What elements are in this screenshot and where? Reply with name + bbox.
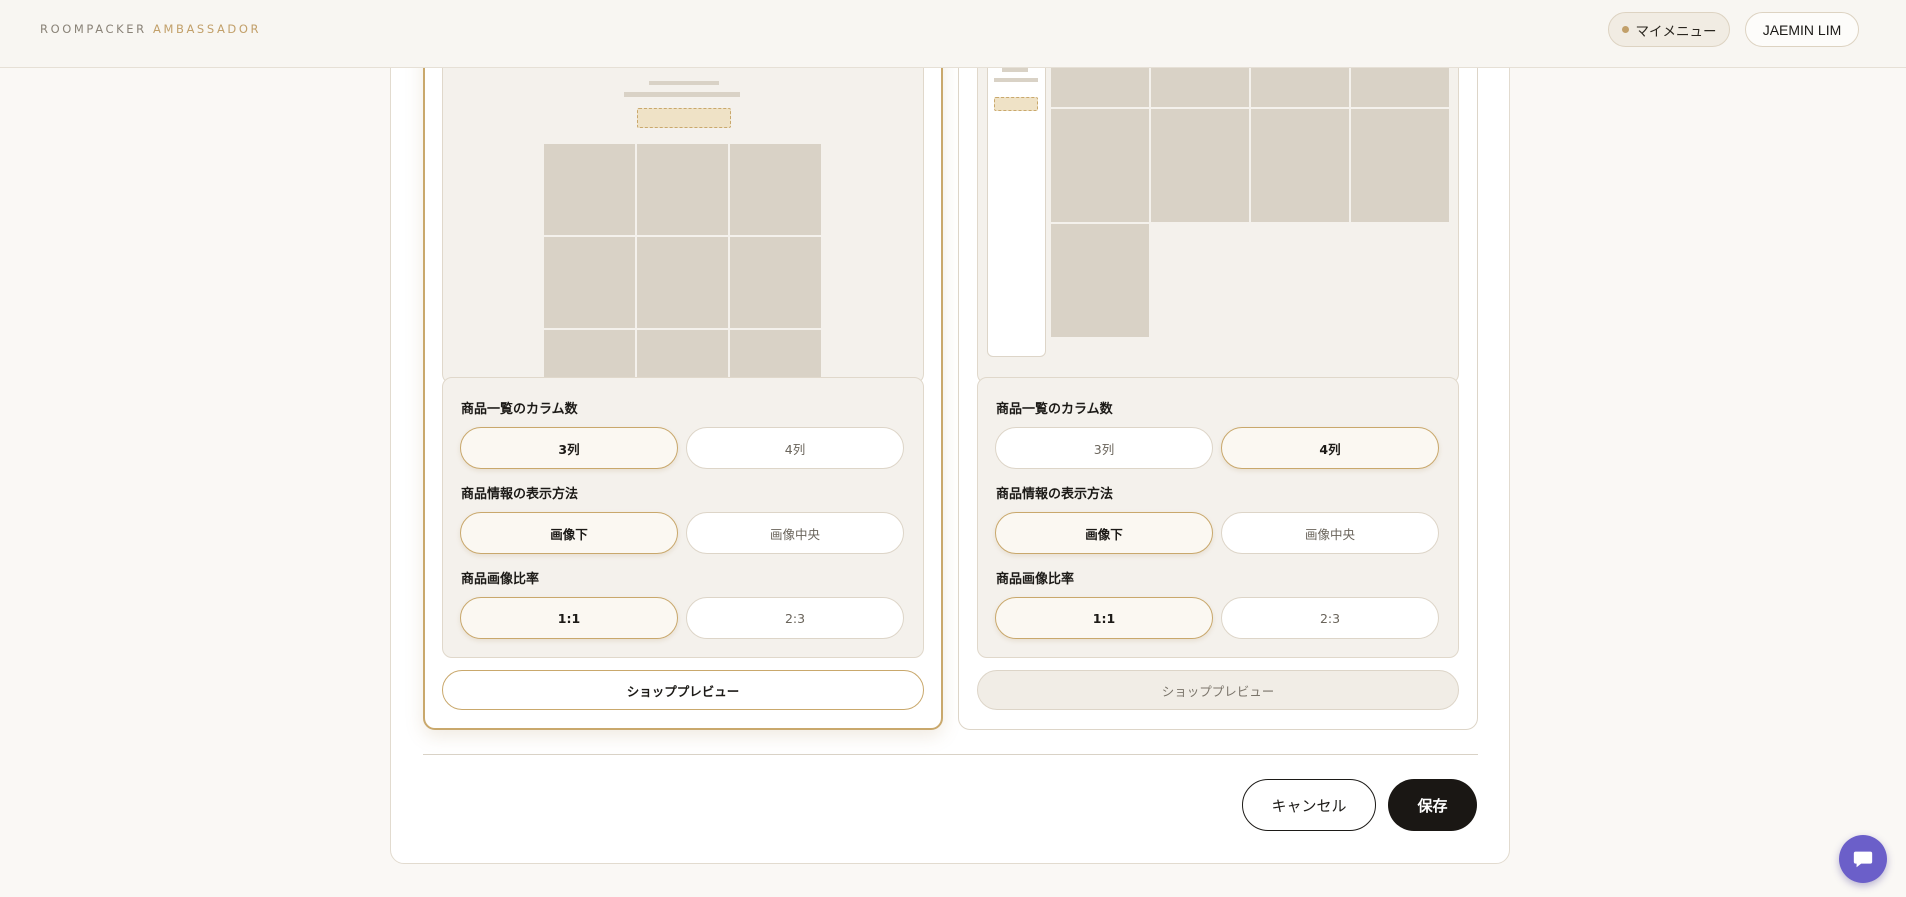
user-account-button[interactable]: JAEMIN LIM (1745, 12, 1859, 47)
info-display-label: 商品情報の表示方法 (461, 487, 579, 502)
my-menu-label: マイメニュー (1635, 23, 1717, 40)
save-button[interactable]: 保存 (1388, 779, 1477, 831)
brand-accent: AMBASSADOR (152, 22, 262, 36)
preview-tile (544, 144, 635, 235)
image-ratio-1-1[interactable]: 1:1 (460, 597, 678, 639)
preview-sidebar-line (994, 78, 1038, 82)
preview-sidebar-line (1002, 68, 1028, 72)
columns-option-3[interactable]: 3列 (460, 427, 678, 469)
columns-option-3[interactable]: 3列 (995, 427, 1213, 469)
user-name: JAEMIN LIM (1762, 21, 1842, 38)
brand-logo[interactable]: ROOMPACKER AMBASSADOR (40, 22, 261, 36)
shop-preview-button-1[interactable]: ショッププレビュー (442, 670, 924, 710)
columns-option-4[interactable]: 4列 (686, 427, 904, 469)
image-ratio-2-3[interactable]: 2:3 (1221, 597, 1439, 639)
preview-badge (637, 108, 731, 128)
preview-sidebar-badge (994, 97, 1038, 111)
info-display-below[interactable]: 画像下 (995, 512, 1213, 554)
settings-box-2: 商品一覧のカラム数 3列 4列 商品情報の表示方法 画像下 画像中央 商品画像比… (977, 377, 1459, 658)
columns-label: 商品一覧のカラム数 (996, 402, 1113, 417)
my-menu-button[interactable]: マイメニュー (1608, 12, 1730, 47)
preview-tile (730, 330, 821, 383)
preview-tile (544, 330, 635, 383)
chat-bubble-icon (1853, 851, 1873, 868)
preview-name-line (649, 81, 719, 85)
info-display-label: 商品情報の表示方法 (996, 487, 1114, 502)
preview-tile (637, 330, 728, 383)
info-display-center[interactable]: 画像中央 (1221, 512, 1439, 554)
preview-tile (1051, 109, 1149, 222)
image-ratio-label: 商品画像比率 (996, 572, 1075, 587)
preview-tile (1051, 224, 1149, 337)
info-display-center[interactable]: 画像中央 (686, 512, 904, 554)
preview-desc-line (624, 92, 740, 97)
shop-preview-button-2[interactable]: ショッププレビュー (977, 670, 1459, 710)
image-ratio-label: 商品画像比率 (461, 572, 540, 587)
columns-label: 商品一覧のカラム数 (461, 402, 578, 417)
preview-tile (730, 144, 821, 235)
settings-box-1: 商品一覧のカラム数 3列 4列 商品情報の表示方法 画像下 画像中央 商品画像比… (442, 377, 924, 658)
status-dot-icon (1621, 26, 1629, 33)
actions-divider (423, 754, 1478, 755)
image-ratio-1-1[interactable]: 1:1 (995, 597, 1213, 639)
preview-tile (637, 237, 728, 328)
preview-tile (1151, 109, 1249, 222)
preview-tile (544, 237, 635, 328)
info-display-below[interactable]: 画像下 (460, 512, 678, 554)
preview-tile (1351, 109, 1449, 222)
preview-tile (1251, 109, 1349, 222)
chat-widget-button[interactable] (1839, 835, 1887, 883)
preview-tile (730, 237, 821, 328)
cancel-button[interactable]: キャンセル (1242, 779, 1376, 831)
image-ratio-2-3[interactable]: 2:3 (686, 597, 904, 639)
top-header: ROOMPACKER AMBASSADOR マイメニュー JAEMIN LIM (0, 0, 1906, 68)
columns-option-4[interactable]: 4列 (1221, 427, 1439, 469)
preview-tile (637, 144, 728, 235)
brand-main: ROOMPACKER (40, 22, 147, 36)
